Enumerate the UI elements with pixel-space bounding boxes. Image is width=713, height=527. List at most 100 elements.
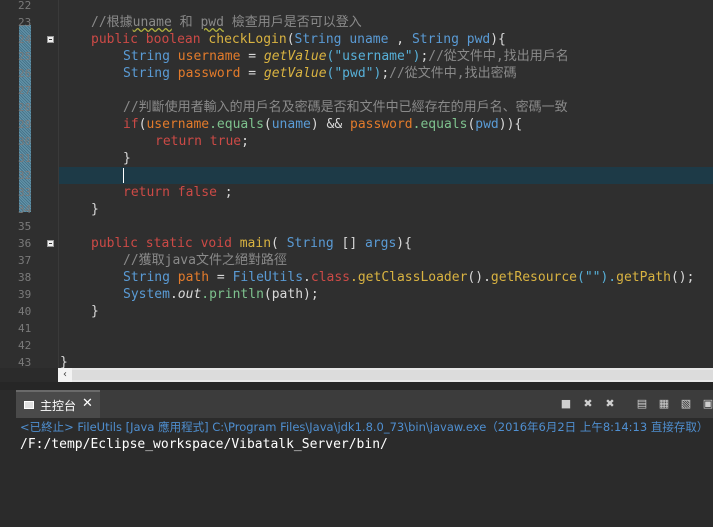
punct: =: [240, 49, 264, 64]
punct: ){: [396, 236, 412, 251]
variable: username: [177, 49, 241, 64]
line-number: 34: [18, 203, 32, 216]
console-left-margin: [0, 390, 16, 527]
code-line-37[interactable]: //獲取java文件之絕對路徑: [60, 252, 713, 269]
param: args: [364, 236, 397, 251]
console-tab-bar: 主控台 ✕ ■ ✖ ✖ ▤ ▦ ▧ ▣: [16, 390, 713, 418]
pin-console-icon[interactable]: ▣: [700, 396, 713, 412]
line-number: 32: [18, 169, 32, 182]
panel-divider[interactable]: [0, 382, 713, 390]
console-icon: [24, 401, 34, 409]
punct: ){: [490, 32, 506, 47]
comment: //從文件中,找出密碼: [389, 66, 517, 81]
keyword: static: [145, 236, 193, 251]
code-line-24[interactable]: public boolean checkLogin(String uname ,…: [60, 31, 713, 48]
method-call: getValue: [263, 66, 327, 81]
terminate-icon[interactable]: ■: [558, 396, 574, 412]
line-number: 28: [18, 101, 32, 114]
line-number: 40: [18, 305, 32, 318]
remove-launch-icon[interactable]: ✖: [580, 396, 596, 412]
fold-toggle-icon[interactable]: [47, 240, 54, 247]
keyword: false: [177, 185, 217, 200]
brace: }: [123, 151, 131, 166]
clear-console-icon[interactable]: ▤: [634, 396, 650, 412]
brace: }: [60, 355, 68, 368]
line-number: 23: [18, 16, 32, 29]
fold-toggle-icon[interactable]: [47, 36, 54, 43]
code-line-34[interactable]: }: [60, 201, 713, 218]
class-name: FileUtils: [232, 270, 304, 285]
keyword: boolean: [145, 32, 201, 47]
variable: password: [177, 66, 241, 81]
line-number: 31: [18, 152, 32, 165]
method-name: checkLogin: [208, 32, 287, 47]
keyword: true: [209, 134, 242, 149]
console-status: <已終止> FileUtils [Java 應用程式] C:\Program F…: [16, 418, 713, 436]
punct: (: [263, 117, 272, 132]
current-line-highlight: [59, 167, 713, 184]
scroll-lock-icon[interactable]: ▦: [656, 396, 672, 412]
line-number: 35: [18, 220, 32, 233]
punct: (path);: [263, 287, 319, 302]
comment: pwd: [200, 15, 224, 30]
string: ("username"): [326, 49, 421, 64]
type: String: [286, 236, 334, 251]
static-field: out: [177, 287, 202, 302]
line-number-gutter: 22 23 24 25 26 27 28 29 30 31 32 33 34 3…: [0, 0, 58, 368]
close-icon[interactable]: ✕: [82, 396, 93, 411]
brace: }: [91, 202, 99, 217]
param: uname: [349, 32, 389, 47]
scroll-left-icon[interactable]: ‹: [58, 368, 72, 382]
type: String: [123, 66, 170, 81]
punct: (: [286, 32, 295, 47]
line-number: 38: [18, 271, 32, 284]
keyword: public: [91, 32, 138, 47]
code-line-36[interactable]: public static void main( String [] args)…: [60, 235, 713, 252]
keyword: return: [123, 185, 170, 200]
comment: 和: [171, 15, 201, 30]
code-line-31[interactable]: }: [60, 150, 713, 167]
code-editor[interactable]: 22 23 24 25 26 27 28 29 30 31 32 33 34 3…: [0, 0, 713, 368]
editor-corner: [0, 368, 58, 382]
line-number: 26: [18, 67, 32, 80]
punct: =: [209, 270, 233, 285]
variable: username: [146, 117, 210, 132]
line-number: 41: [18, 322, 32, 335]
code-line-30[interactable]: return true;: [60, 133, 713, 150]
code-line-29[interactable]: if(username.equals(uname) && password.eq…: [60, 116, 713, 133]
code-line-38[interactable]: String path = FileUtils.class.getClassLo…: [60, 269, 713, 286]
punct: ();: [670, 270, 695, 285]
code-line-39[interactable]: System.out.println(path);: [60, 286, 713, 303]
tab-console[interactable]: 主控台 ✕: [16, 390, 100, 418]
line-number: 43: [18, 356, 32, 368]
gutter-divider: [58, 0, 59, 368]
word-wrap-icon[interactable]: ▧: [678, 396, 694, 412]
string: ("pwd"): [326, 66, 382, 81]
remove-all-icon[interactable]: ✖: [602, 396, 618, 412]
method-call: .println: [201, 287, 264, 302]
method-call: .equals: [209, 117, 264, 132]
line-number: 39: [18, 288, 32, 301]
line-number: 24: [18, 33, 32, 46]
keyword: public: [91, 236, 138, 251]
code-line-23[interactable]: //根據uname 和 pwd 檢查用戶是否可以登入: [60, 14, 713, 31]
code-line-40[interactable]: }: [60, 303, 713, 320]
class-name: System: [123, 287, 170, 302]
code-line-26[interactable]: String password = getValue("pwd");//從文件中…: [60, 65, 713, 82]
line-number: 27: [18, 84, 32, 97]
code-line-43[interactable]: }: [60, 354, 713, 368]
method-call: .equals: [412, 117, 468, 132]
line-number: 29: [18, 118, 32, 131]
punct: ;: [216, 185, 233, 200]
code-line-28[interactable]: //判斷使用者輸入的用戶名及密碼是否和文件中已經存在的用戶名、密碼一致: [60, 99, 713, 116]
method-name: main: [239, 236, 272, 251]
line-number: 30: [18, 135, 32, 148]
punct: ().: [467, 270, 491, 285]
comment: //判斷使用者輸入的用戶名及密碼是否和文件中已經存在的用戶名、密碼一致: [123, 100, 568, 115]
scrollbar-thumb[interactable]: [72, 370, 713, 380]
console-output[interactable]: /F:/temp/Eclipse_workspace/Vibatalk_Serv…: [16, 436, 713, 527]
horizontal-scrollbar[interactable]: ‹: [58, 368, 713, 382]
code-line-25[interactable]: String username = getValue("username");/…: [60, 48, 713, 65]
method-call: getPath: [616, 270, 671, 285]
code-line-33[interactable]: return false ;: [60, 184, 713, 201]
